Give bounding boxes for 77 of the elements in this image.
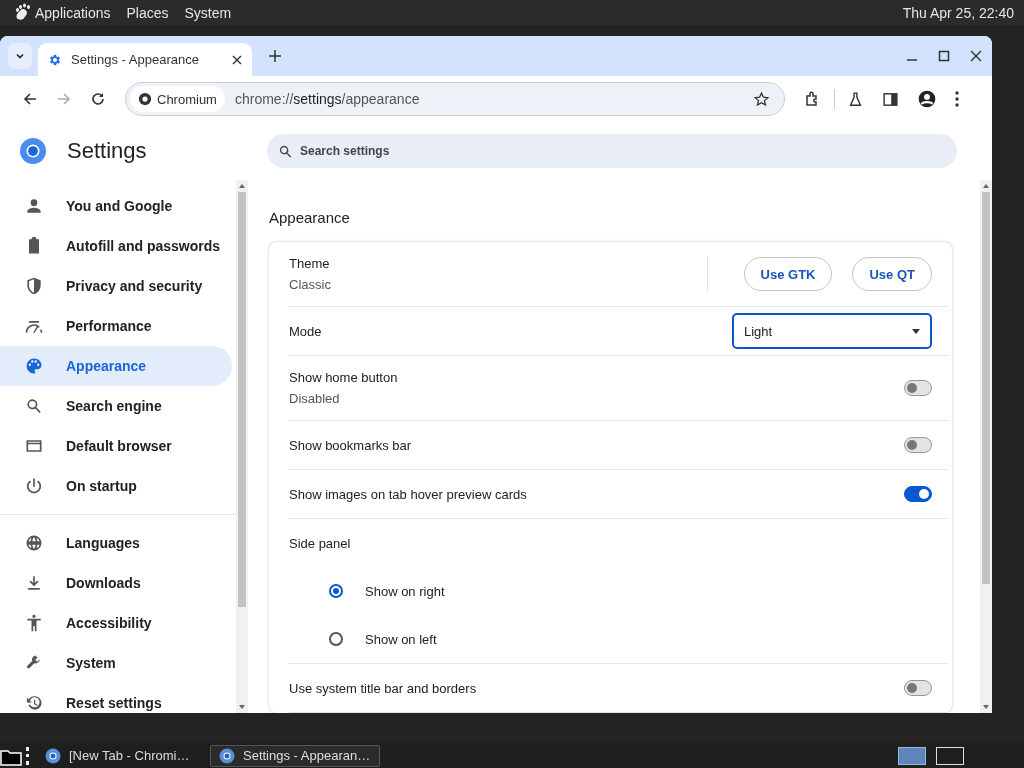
mode-dropdown[interactable]: Light <box>732 313 932 349</box>
globe-icon <box>24 533 44 553</box>
search-field[interactable]: Search settings <box>267 134 957 168</box>
avatar-icon[interactable] <box>917 89 937 109</box>
gear-icon <box>48 52 62 67</box>
settings-title: Settings <box>67 138 147 164</box>
setting-value: Classic <box>289 277 332 292</box>
reload-icon[interactable] <box>90 91 106 107</box>
browser-tab[interactable]: Settings - Appearance <box>38 43 252 76</box>
setting-label: Show home button <box>289 370 399 385</box>
radio-button[interactable] <box>329 584 343 598</box>
flask-icon[interactable] <box>847 90 864 108</box>
menu-icon[interactable] <box>955 91 959 107</box>
history-icon <box>24 693 44 713</box>
sidebar-item[interactable]: Languages <box>0 523 232 563</box>
sidebar-item[interactable]: Reset settings <box>0 683 232 713</box>
star-icon[interactable] <box>753 90 770 108</box>
taskbar-button[interactable]: Settings - Appearan… <box>210 744 380 767</box>
toggle-switch[interactable] <box>904 380 932 396</box>
search-icon <box>24 396 44 416</box>
side-panel-icon[interactable] <box>882 90 899 108</box>
sidebar-item[interactable]: Downloads <box>0 563 232 603</box>
setting-status: Disabled <box>289 391 341 406</box>
radio-label[interactable]: Show on left <box>365 631 932 647</box>
search-icon <box>277 143 294 160</box>
sidebar-item[interactable]: Autofill and passwords <box>0 226 232 266</box>
radio-label[interactable]: Show on right <box>365 583 932 599</box>
sidebar-item[interactable]: Appearance <box>0 346 232 386</box>
section-heading: Appearance <box>269 209 351 226</box>
sidebar-item[interactable]: Privacy and security <box>0 266 232 306</box>
theme-button[interactable]: Use GTK <box>743 257 833 291</box>
close-tab-icon[interactable] <box>232 54 242 65</box>
sidebar-item[interactable]: Search engine <box>0 386 232 426</box>
dropdown-arrow-icon <box>912 328 920 334</box>
workspace-switcher[interactable] <box>936 746 964 765</box>
sidebar-item[interactable]: System <box>0 643 232 683</box>
sidebar-scrollbar[interactable] <box>236 180 248 713</box>
clock[interactable]: Thu Apr 25, 22:40 <box>902 4 1014 21</box>
shield-icon <box>24 276 44 296</box>
subsection-label: Side panel <box>289 535 352 551</box>
sidebar-item[interactable]: On startup <box>0 466 232 506</box>
panel-menu[interactable]: System <box>184 4 232 21</box>
toggle-switch[interactable] <box>904 680 932 696</box>
setting-label: Show bookmarks bar <box>289 437 413 453</box>
palette-icon <box>24 356 44 376</box>
chromium-icon <box>219 747 235 764</box>
back-icon[interactable] <box>22 91 38 107</box>
setting-label: Use system title bar and borders <box>289 680 478 696</box>
panel-menu[interactable]: Places <box>126 4 169 21</box>
address-bar[interactable]: Chromium chrome://settings/appearance <box>125 82 785 116</box>
taskbar-button[interactable]: [New Tab - Chromi… <box>36 744 206 767</box>
close-icon[interactable] <box>970 50 982 62</box>
accessibility-icon <box>24 613 44 633</box>
chromium-icon <box>138 92 152 106</box>
page-scrollbar[interactable] <box>980 180 992 713</box>
setting-label: Show images on tab hover preview cards <box>289 486 528 502</box>
power-icon <box>24 476 44 496</box>
setting-label: Mode <box>289 323 323 339</box>
radio-button[interactable] <box>329 632 343 646</box>
sidebar-item[interactable]: Default browser <box>0 426 232 466</box>
url-text[interactable]: chrome://settings/appearance <box>234 91 753 107</box>
sidebar-item[interactable]: Performance <box>0 306 232 346</box>
site-chip[interactable]: Chromium <box>130 86 225 112</box>
chromium-icon <box>45 747 61 764</box>
new-tab-icon[interactable] <box>269 50 281 62</box>
theme-button[interactable]: Use QT <box>852 257 932 291</box>
maximize-icon[interactable] <box>938 50 950 62</box>
setting-label: Theme <box>289 256 331 271</box>
toggle-switch[interactable] <box>904 486 932 502</box>
chromium-logo-icon <box>20 138 46 164</box>
workspace-switcher[interactable] <box>898 746 926 765</box>
sidebar-item[interactable]: Accessibility <box>0 603 232 643</box>
person-icon <box>24 196 44 216</box>
sidebar-item[interactable]: You and Google <box>0 186 232 226</box>
chevron-down-icon <box>15 51 25 61</box>
panel-menu[interactable]: Applications <box>35 4 111 21</box>
toggle-switch[interactable] <box>904 437 932 453</box>
